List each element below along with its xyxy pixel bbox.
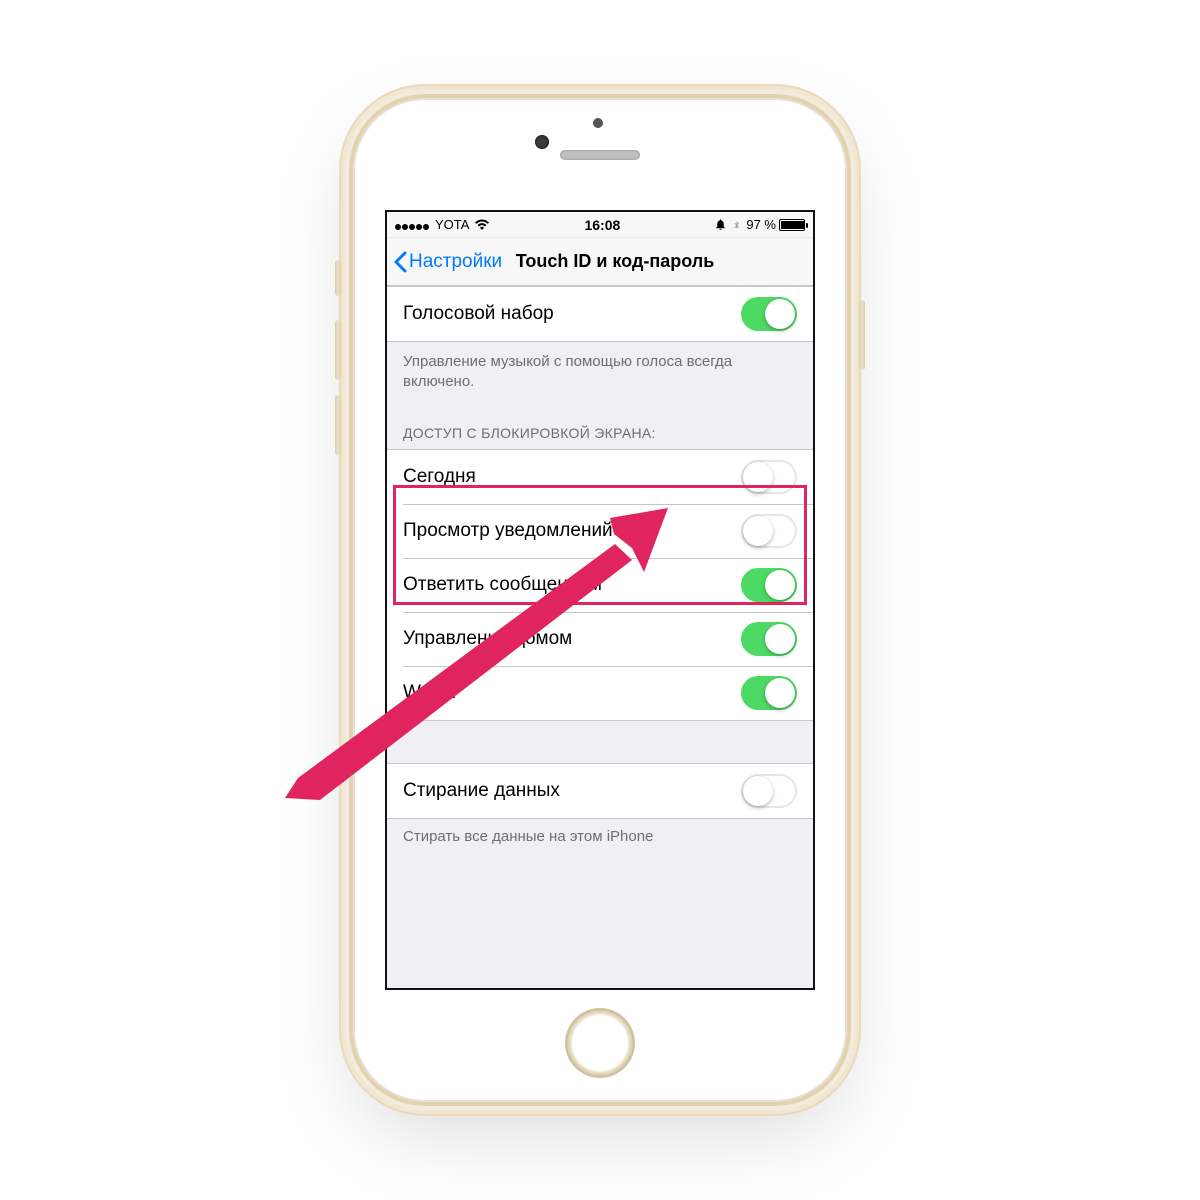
switch-voice-dial[interactable]	[741, 297, 797, 331]
switch-today[interactable]	[741, 460, 797, 494]
erase-footer: Стирать все данные на этом iPhone	[387, 819, 813, 857]
wifi-icon	[474, 219, 490, 231]
row-label: Wallet	[403, 682, 455, 704]
switch-reply-message[interactable]	[741, 568, 797, 602]
row-home-control[interactable]: Управление домом	[387, 612, 813, 666]
row-reply-message[interactable]: Ответить сообщением	[387, 558, 813, 612]
row-label: Голосовой набор	[403, 303, 554, 325]
volume-up-button	[335, 320, 341, 380]
voice-dial-footer: Управление музыкой с помощью голоса всег…	[387, 342, 813, 403]
home-button[interactable]	[565, 1008, 635, 1078]
switch-erase-data[interactable]	[741, 774, 797, 808]
settings-list[interactable]: Голосовой набор Управление музыкой с пом…	[387, 286, 813, 988]
battery-icon	[779, 219, 805, 231]
row-label: Стирание данных	[403, 780, 560, 802]
row-label: Ответить сообщением	[403, 574, 602, 596]
proximity-sensor	[593, 118, 603, 128]
row-wallet[interactable]: Wallet	[387, 666, 813, 720]
signal-strength-icon	[395, 217, 430, 233]
back-button[interactable]: Настройки	[393, 251, 502, 273]
carrier-label: YOTA	[435, 217, 469, 232]
row-label: Просмотр уведомлений	[403, 520, 613, 542]
front-camera	[535, 135, 549, 149]
row-voice-dial[interactable]: Голосовой набор	[387, 287, 813, 341]
switch-notifications-view[interactable]	[741, 514, 797, 548]
row-label: Управление домом	[403, 628, 572, 650]
lock-access-group: Сегодня Просмотр уведомлений Ответить со…	[387, 449, 813, 721]
switch-wallet[interactable]	[741, 676, 797, 710]
row-notifications-view[interactable]: Просмотр уведомлений	[387, 504, 813, 558]
earpiece-speaker	[560, 150, 640, 160]
phone-frame: YOTA 16:08 97 %	[355, 100, 845, 1100]
row-today[interactable]: Сегодня	[387, 450, 813, 504]
clock: 16:08	[584, 217, 620, 233]
volume-down-button	[335, 395, 341, 455]
mute-switch	[335, 260, 341, 296]
status-bar: YOTA 16:08 97 %	[387, 212, 813, 238]
row-erase-data[interactable]: Стирание данных	[387, 764, 813, 818]
switch-home-control[interactable]	[741, 622, 797, 656]
lock-access-header: ДОСТУП С БЛОКИРОВКОЙ ЭКРАНА:	[387, 403, 813, 449]
bluetooth-icon	[732, 218, 741, 232]
alarm-icon	[714, 218, 727, 231]
navigation-bar: Настройки Touch ID и код-пароль	[387, 238, 813, 286]
battery-percent: 97 %	[746, 217, 776, 232]
power-button	[859, 300, 865, 370]
screen: YOTA 16:08 97 %	[385, 210, 815, 990]
row-label: Сегодня	[403, 466, 476, 488]
back-label: Настройки	[409, 251, 502, 273]
